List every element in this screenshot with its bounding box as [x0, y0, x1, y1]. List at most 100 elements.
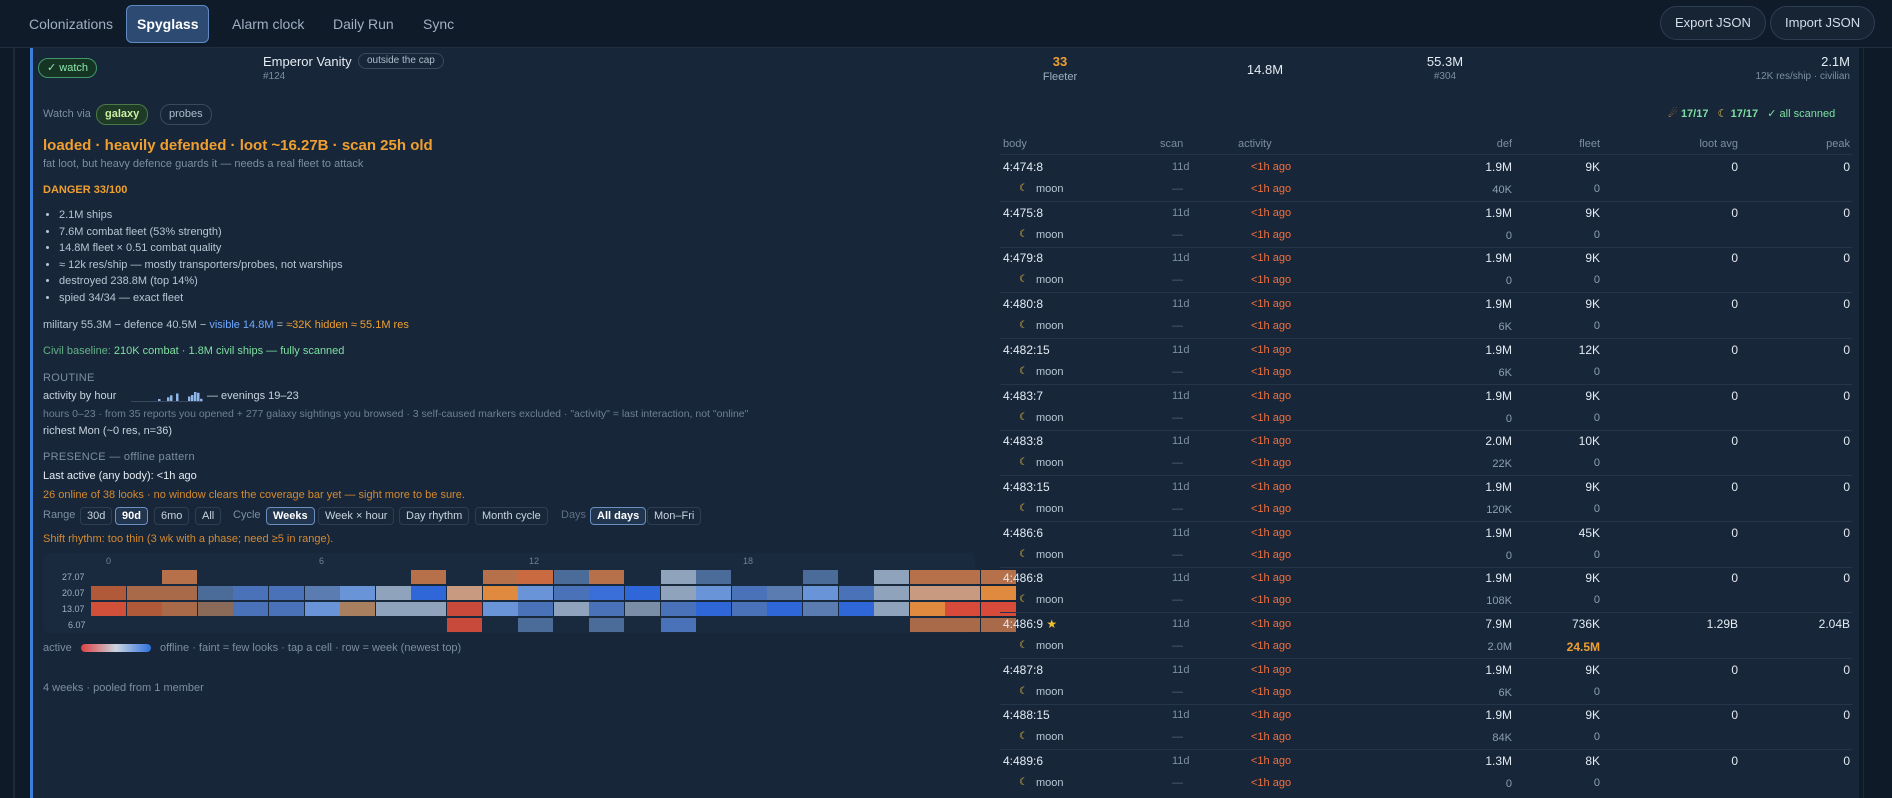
heatmap-cell[interactable] — [518, 570, 553, 584]
heatmap-cell[interactable] — [340, 602, 375, 616]
heatmap-cell[interactable] — [589, 602, 624, 616]
heatmap-cell[interactable] — [447, 586, 482, 600]
heatmap-cell[interactable] — [162, 602, 197, 616]
heatmap-cell[interactable] — [981, 586, 1016, 600]
heatmap-cell[interactable] — [981, 602, 1016, 616]
heatmap-cell[interactable] — [910, 586, 945, 600]
body-coord[interactable]: 4:483:15 — [1003, 480, 1050, 494]
moon-label[interactable]: moon — [1036, 366, 1064, 378]
tab-daily-run[interactable]: Daily Run — [323, 5, 404, 43]
body-coord[interactable]: 4:486:6 — [1003, 526, 1043, 540]
heatmap-cell[interactable] — [945, 602, 980, 616]
heatmap-cell[interactable] — [518, 602, 553, 616]
heatmap-cell[interactable] — [447, 618, 482, 632]
heatmap-cell[interactable] — [447, 602, 482, 616]
moon-label[interactable]: moon — [1036, 412, 1064, 424]
col-activity[interactable]: activity — [1238, 138, 1272, 150]
heatmap-cell[interactable] — [910, 618, 945, 632]
col-fleet[interactable]: fleet — [1550, 138, 1600, 150]
moon-label[interactable]: moon — [1036, 457, 1064, 469]
heatmap-cell[interactable] — [269, 602, 304, 616]
tab-sync[interactable]: Sync — [413, 5, 464, 43]
heatmap-cell[interactable] — [162, 586, 197, 600]
heatmap-cell[interactable] — [554, 586, 589, 600]
moon-label[interactable]: moon — [1036, 686, 1064, 698]
range-30d[interactable]: 30d — [80, 507, 113, 525]
heatmap-cell[interactable] — [554, 602, 589, 616]
col-body[interactable]: body — [1003, 138, 1027, 150]
heatmap-cell[interactable] — [411, 570, 446, 584]
heatmap-cell[interactable] — [661, 602, 696, 616]
body-coord[interactable]: 4:480:8 — [1003, 297, 1043, 311]
heatmap-cell[interactable] — [198, 586, 233, 600]
days-all[interactable]: All days — [590, 507, 647, 525]
range-90d[interactable]: 90d — [115, 507, 148, 525]
heatmap-cell[interactable] — [483, 570, 518, 584]
col-loot-avg[interactable]: loot avg — [1688, 138, 1738, 150]
watch-via-galaxy[interactable]: galaxy — [96, 104, 149, 125]
moon-label[interactable]: moon — [1036, 320, 1064, 332]
heatmap-cell[interactable] — [910, 602, 945, 616]
moon-label[interactable]: moon — [1036, 777, 1064, 789]
export-json-button[interactable]: Export JSON — [1660, 6, 1766, 40]
player-name[interactable]: Emperor Vanity — [263, 54, 352, 69]
cycle-month-cycle[interactable]: Month cycle — [475, 507, 548, 525]
heatmap-cell[interactable] — [910, 570, 945, 584]
heatmap-cell[interactable] — [305, 586, 340, 600]
heatmap-cell[interactable] — [803, 586, 838, 600]
heatmap-cell[interactable] — [589, 586, 624, 600]
heatmap-cell[interactable] — [518, 618, 553, 632]
heatmap-cell[interactable] — [874, 602, 909, 616]
range-6mo[interactable]: 6mo — [154, 507, 190, 525]
tab-alarm-clock[interactable]: Alarm clock — [222, 5, 314, 43]
heatmap-cell[interactable] — [162, 570, 197, 584]
heatmap-cell[interactable] — [625, 602, 660, 616]
heatmap-cell[interactable] — [305, 602, 340, 616]
heatmap-cell[interactable] — [696, 602, 731, 616]
heatmap-cell[interactable] — [518, 586, 553, 600]
heatmap-cell[interactable] — [874, 570, 909, 584]
range-all[interactable]: All — [195, 507, 222, 525]
heatmap-cell[interactable] — [661, 570, 696, 584]
heatmap-cell[interactable] — [874, 586, 909, 600]
heatmap-cell[interactable] — [411, 602, 446, 616]
body-coord[interactable]: 4:483:7 — [1003, 389, 1043, 403]
col-peak[interactable]: peak — [1800, 138, 1850, 150]
heatmap-cell[interactable] — [732, 586, 767, 600]
cycle-week-hour[interactable]: Week × hour — [318, 507, 395, 525]
body-coord[interactable]: 4:479:8 — [1003, 251, 1043, 265]
import-json-button[interactable]: Import JSON — [1770, 6, 1876, 40]
heatmap-cell[interactable] — [340, 586, 375, 600]
moon-label[interactable]: moon — [1036, 640, 1064, 652]
body-coord[interactable]: 4:483:8 — [1003, 434, 1043, 448]
heatmap-cell[interactable] — [589, 618, 624, 632]
heatmap-cell[interactable] — [269, 586, 304, 600]
moon-label[interactable]: moon — [1036, 183, 1064, 195]
tab-colonizations[interactable]: Colonizations — [19, 5, 123, 43]
moon-label[interactable]: moon — [1036, 503, 1064, 515]
body-coord[interactable]: 4:486:8 — [1003, 571, 1043, 585]
moon-label[interactable]: moon — [1036, 549, 1064, 561]
moon-label[interactable]: moon — [1036, 274, 1064, 286]
heatmap-cell[interactable] — [411, 586, 446, 600]
watch-toggle[interactable]: ✓ watch — [38, 58, 98, 78]
heatmap-cell[interactable] — [376, 602, 411, 616]
heatmap-cell[interactable] — [625, 586, 660, 600]
heatmap-cell[interactable] — [945, 586, 980, 600]
heatmap-cell[interactable] — [127, 602, 162, 616]
body-coord[interactable]: 4:489:6 — [1003, 754, 1043, 768]
heatmap-cell[interactable] — [127, 586, 162, 600]
heatmap-cell[interactable] — [589, 570, 624, 584]
heatmap-cell[interactable] — [732, 602, 767, 616]
heatmap-cell[interactable] — [839, 586, 874, 600]
body-coord[interactable]: 4:474:8 — [1003, 160, 1043, 174]
heatmap-cell[interactable] — [198, 602, 233, 616]
moon-label[interactable]: moon — [1036, 731, 1064, 743]
cycle-day-rhythm[interactable]: Day rhythm — [399, 507, 470, 525]
heatmap-cell[interactable] — [767, 602, 802, 616]
watch-via-probes[interactable]: probes — [160, 104, 212, 125]
heatmap-cell[interactable] — [696, 570, 731, 584]
moon-label[interactable]: moon — [1036, 594, 1064, 606]
heatmap-cell[interactable] — [376, 586, 411, 600]
heatmap-cell[interactable] — [803, 570, 838, 584]
